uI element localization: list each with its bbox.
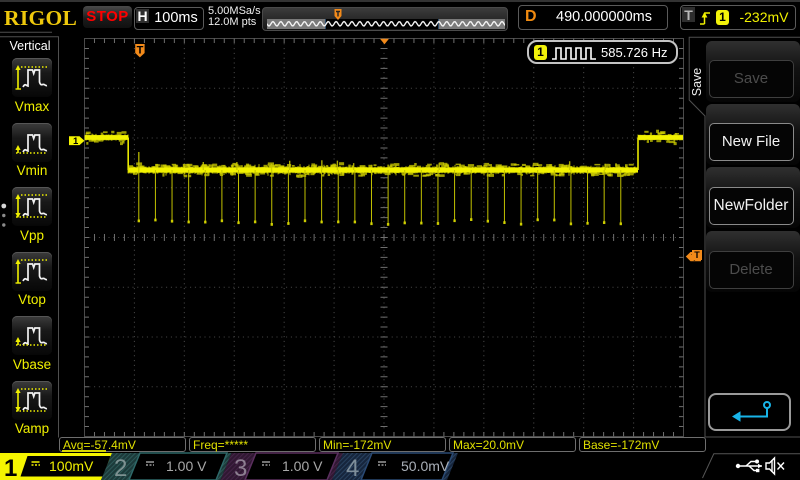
svg-text:1: 1: [4, 455, 17, 480]
svg-text:2: 2: [114, 455, 127, 480]
svg-text:1.00 V: 1.00 V: [166, 458, 207, 474]
svg-text:3: 3: [234, 455, 247, 480]
svg-text:T: T: [137, 45, 144, 57]
svg-text:50.0mV: 50.0mV: [401, 458, 450, 474]
svg-text:1: 1: [73, 136, 79, 147]
svg-text:4: 4: [346, 455, 359, 480]
svg-text:100mV: 100mV: [49, 458, 94, 474]
svg-text:1.00 V: 1.00 V: [282, 458, 323, 474]
